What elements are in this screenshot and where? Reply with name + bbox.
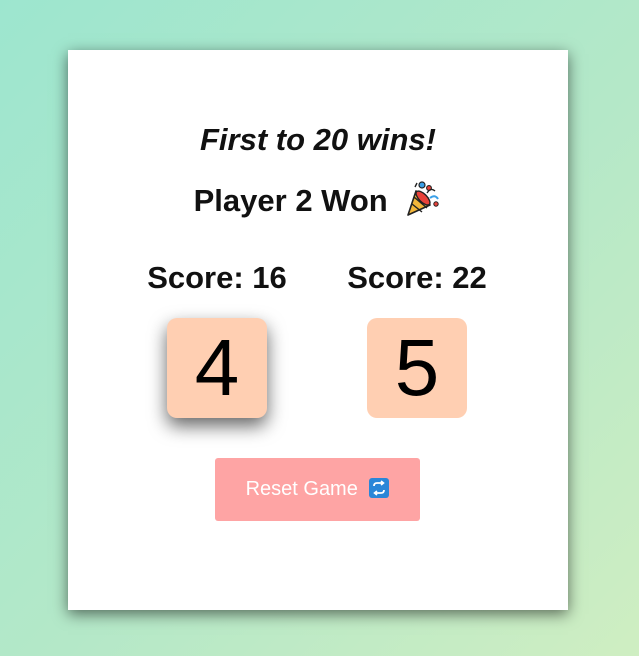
player-1-panel: Score: 16 4: [117, 258, 317, 418]
status-text: Player 2 Won: [193, 183, 388, 218]
player-2-score: Score: 22: [347, 260, 487, 295]
game-status: Player 2 Won: [68, 179, 568, 219]
player-2-panel: Score: 22 5: [317, 258, 517, 418]
player-2-die[interactable]: 5: [367, 318, 467, 418]
game-card: First to 20 wins! Player 2 Won Score: 16…: [68, 50, 568, 610]
reset-game-button[interactable]: Reset Game: [215, 458, 420, 521]
goal-heading: First to 20 wins!: [200, 122, 436, 157]
repeat-icon: [369, 478, 390, 498]
player-1-score: Score: 16: [147, 260, 287, 295]
player-1-die[interactable]: 4: [167, 318, 267, 418]
party-popper-icon: [402, 179, 442, 219]
reset-game-label: Reset Game: [245, 478, 358, 500]
